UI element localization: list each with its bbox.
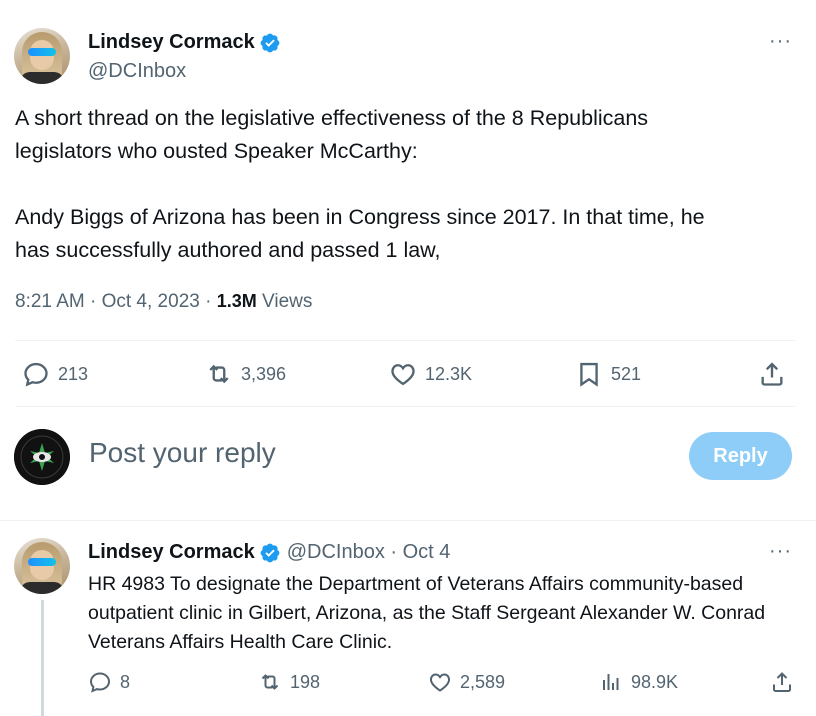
verified-icon	[260, 33, 280, 52]
bookmark-button[interactable]: 521	[575, 360, 641, 388]
like-count: 2,589	[460, 671, 506, 692]
like-icon	[430, 673, 450, 692]
reply-tweet-text: HR 4983 To designate the Department of V…	[88, 573, 766, 653]
arizona-agenda-logo	[14, 429, 70, 485]
reply-input[interactable]: Post your reply	[89, 437, 276, 469]
tweet-text-line: has successfully authored and passed 1 l…	[15, 238, 441, 262]
reply-button[interactable]: 213	[22, 360, 88, 388]
views-button[interactable]: 98.9K	[599, 670, 678, 694]
divider	[0, 520, 816, 521]
views-label: Views	[256, 291, 313, 312]
tweet-text-line: Andy Biggs of Arizona has been in Congre…	[15, 205, 705, 229]
author-name-row: Lindsey Cormack	[88, 31, 281, 54]
tweet-text-spacer	[15, 168, 795, 201]
share-button[interactable]	[758, 360, 794, 388]
share-icon	[773, 672, 791, 692]
like-button[interactable]: 2,589	[428, 670, 505, 694]
like-button[interactable]: 12.3K	[389, 360, 472, 388]
divider	[15, 340, 795, 341]
share-icon	[761, 362, 783, 386]
current-user-avatar[interactable]	[14, 429, 70, 485]
reply-author-avatar[interactable]	[14, 538, 70, 594]
tweet-text: A short thread on the legislative effect…	[15, 102, 795, 267]
retweet-button[interactable]: 3,396	[205, 360, 286, 388]
author-avatar[interactable]	[14, 28, 70, 84]
like-count: 12.3K	[425, 363, 473, 384]
retweet-count: 198	[290, 671, 321, 692]
reply-count: 8	[120, 671, 131, 692]
bookmark-icon	[580, 362, 598, 387]
reply-icon	[24, 362, 48, 387]
thread-line	[41, 600, 44, 716]
retweet-count: 3,396	[241, 363, 287, 384]
reply-handle-date[interactable]: @DCInbox · Oct 4	[287, 541, 451, 564]
reply-icon	[89, 672, 111, 693]
analytics-icon	[603, 674, 619, 690]
retweet-icon	[209, 364, 229, 384]
reply-button[interactable]: 8	[88, 670, 130, 694]
bookmark-count: 521	[611, 363, 642, 384]
tweet-timestamp[interactable]: 8:21 AM · Oct 4, 2023 ·	[15, 291, 217, 312]
author-name[interactable]: Lindsey Cormack	[88, 31, 255, 54]
tweet-text-line: A short thread on the legislative effect…	[15, 106, 649, 130]
retweet-button[interactable]: 198	[258, 670, 320, 694]
author-handle[interactable]: @DCInbox	[88, 60, 186, 83]
tweet-meta: 8:21 AM · Oct 4, 2023 · 1.3M Views	[15, 291, 312, 313]
reply-count: 213	[58, 363, 89, 384]
views-count: 98.9K	[631, 671, 679, 692]
share-button[interactable]	[770, 670, 802, 694]
more-icon[interactable]: ···	[769, 30, 792, 53]
views-count: 1.3M	[216, 291, 257, 311]
tweet-text-line: legislators who ousted Speaker McCarthy:	[15, 139, 418, 163]
reply-author-row: Lindsey Cormack @DCInbox · Oct 4	[88, 541, 450, 564]
reply-submit-button[interactable]: Reply	[689, 432, 792, 480]
reply-author-name[interactable]: Lindsey Cormack	[88, 541, 255, 564]
retweet-icon	[261, 674, 279, 690]
like-icon	[391, 364, 415, 386]
verified-icon	[260, 543, 280, 562]
more-icon[interactable]: ···	[769, 540, 792, 563]
divider	[15, 406, 795, 407]
